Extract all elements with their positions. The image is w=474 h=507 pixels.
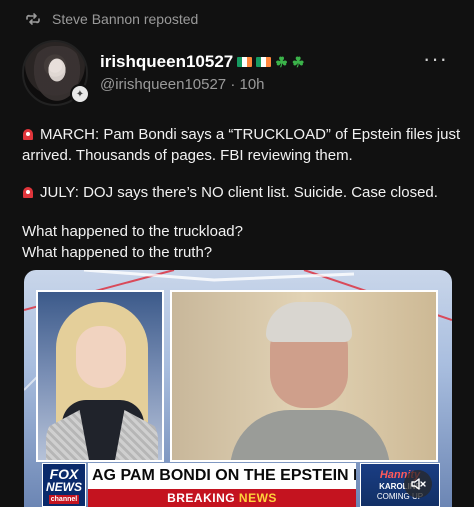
verified-badge-icon: ✦	[70, 84, 90, 104]
repost-text: Steve Bannon reposted	[52, 11, 199, 27]
breaking-text: BREAKING	[167, 491, 239, 505]
post-paragraph-2: JULY: DOJ says there’s NO client list. S…	[22, 182, 462, 203]
post-time[interactable]: 10h	[240, 76, 265, 93]
author-handle[interactable]: @irishqueen10527	[100, 76, 226, 93]
breaking-news-bar: BREAKING NEWS	[88, 489, 356, 507]
post-paragraph-3: What happened to the truckload? What hap…	[22, 221, 462, 263]
post-text-question-2: What happened to the truth?	[22, 244, 213, 261]
speaker-muted-icon	[411, 478, 426, 490]
author-meta: @irishqueen10527 · 10h	[100, 76, 265, 93]
chyron-headline: AG PAM BONDI ON THE EPSTEIN FILES	[88, 463, 356, 489]
post-text-question-1: What happened to the truckload?	[22, 223, 243, 240]
post[interactable]: Steve Bannon reposted ✦ irishqueen10527 …	[0, 0, 474, 507]
guest-face	[76, 326, 126, 388]
photo-hair	[266, 302, 352, 342]
fox-news-logo: FOX NEWS channel	[42, 463, 86, 507]
meta-separator: ·	[230, 76, 236, 93]
repost-icon	[26, 13, 40, 25]
logo-text-2: NEWS	[46, 479, 82, 494]
repost-indicator[interactable]: Steve Bannon reposted	[24, 10, 198, 28]
breaking-news-text: NEWS	[238, 491, 277, 505]
photo-shirt	[230, 410, 390, 460]
author-name-row[interactable]: irishqueen10527 ☘ ☘	[100, 52, 304, 72]
shamrock-icon: ☘	[291, 54, 305, 70]
photo-right	[170, 290, 438, 462]
more-options-button[interactable]: ···	[423, 48, 448, 70]
post-text-july: JULY: DOJ says there’s NO client list. S…	[40, 184, 438, 201]
post-text-march: MARCH: Pam Bondi says a “TRUCKLOAD” of E…	[22, 126, 461, 164]
guest-video-left	[36, 290, 164, 462]
logo-text-3: channel	[48, 494, 80, 504]
logo-text-1: FOX	[49, 465, 79, 482]
author-display-name[interactable]: irishqueen10527	[100, 52, 233, 72]
mute-button[interactable]	[404, 470, 432, 498]
post-paragraph-1: MARCH: Pam Bondi says a “TRUCKLOAD” of E…	[22, 124, 462, 166]
siren-icon	[22, 185, 34, 199]
shamrock-icon: ☘	[275, 54, 288, 70]
irish-flag-icon	[256, 57, 272, 67]
irish-flag-icon	[237, 57, 253, 67]
post-video[interactable]: FOX NEWS channel AG PAM BONDI ON THE EPS…	[24, 270, 452, 507]
siren-icon	[22, 127, 34, 141]
